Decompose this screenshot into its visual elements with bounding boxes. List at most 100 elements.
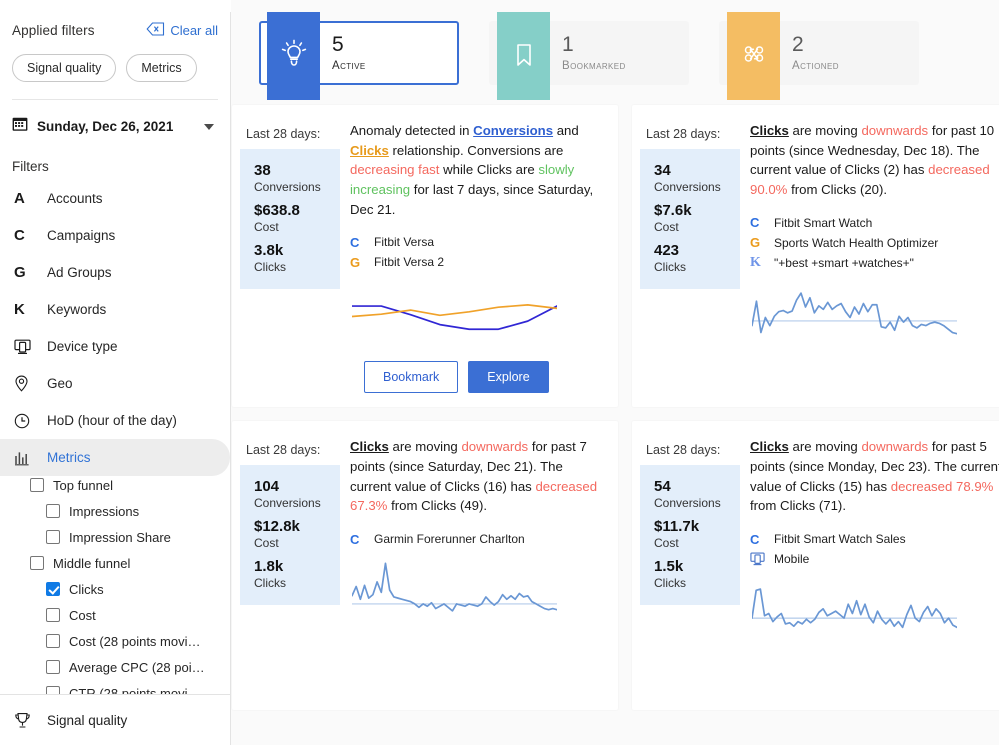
entity-label: Mobile: [774, 552, 810, 567]
checkbox[interactable]: [46, 530, 60, 544]
metric-value: $12.8k: [254, 518, 300, 536]
card-body: Clicks are moving downwards for past 5 p…: [740, 437, 999, 696]
sidebar-item-geo[interactable]: Geo: [0, 365, 230, 402]
clock-icon: [14, 413, 38, 429]
series-line: [751, 588, 958, 629]
sidebar-item-hod[interactable]: HoD (hour of the day): [0, 402, 230, 439]
checkbox[interactable]: [46, 660, 60, 674]
metric-label: Cost: [654, 536, 679, 551]
insight-card[interactable]: Last 28 days: 34 Conversions $7.6k Cost 423 Cl…: [632, 105, 999, 408]
bar-chart-icon: [14, 450, 38, 466]
bookmark-button[interactable]: Bookmark: [364, 361, 459, 394]
insight-card[interactable]: Last 28 days: 104 Conversions $12.8k Cost 1.8…: [232, 421, 618, 711]
metric-middle-funnel[interactable]: Middle funnel: [30, 550, 230, 576]
status-card-actioned[interactable]: 2 Actioned: [719, 10, 919, 100]
insight-text-highlight[interactable]: Clicks: [350, 439, 389, 454]
checkbox[interactable]: [30, 478, 44, 492]
sidebar-item-ad-groups[interactable]: G Ad Groups: [0, 254, 230, 291]
metric-label: Conversions: [654, 496, 721, 511]
status-card-bookmarked[interactable]: 1 Bookmarked: [489, 10, 689, 100]
sidebar-item-metrics[interactable]: Metrics: [0, 439, 230, 476]
clear-all-button[interactable]: Clear all: [146, 22, 218, 39]
insight-text-highlight: decreased 90.0%: [750, 162, 990, 198]
entity-row: C Fitbit Versa: [350, 232, 604, 252]
entity-label: Fitbit Versa: [374, 235, 435, 250]
status-count: 5: [332, 33, 344, 57]
status-card-body: 5 Active: [320, 23, 366, 83]
metric-label: Average CPC (28 poi…: [69, 659, 205, 675]
entity-row: C Fitbit Smart Watch: [750, 213, 999, 233]
sidebar-item-signal-quality[interactable]: Signal quality: [0, 694, 230, 745]
top-strip-right: [231, 0, 999, 12]
filters-label: Filters: [12, 159, 49, 174]
chip-metrics[interactable]: Metrics: [126, 54, 197, 82]
card-body: Anomaly detected in Conversions and Clic…: [340, 121, 604, 394]
metric-box: 104 Conversions $12.8k Cost 1.8k Clicks: [240, 465, 340, 606]
metric-ctr-28[interactable]: CTR (28 points movi…: [30, 680, 230, 694]
insight-cards-grid: Last 28 days: 38 Conversions $638.8 Cost 3.8k…: [231, 105, 999, 711]
device-icon: [14, 339, 38, 355]
sidebar-item-campaigns[interactable]: C Campaigns: [0, 217, 230, 254]
explore-button[interactable]: Explore: [468, 361, 549, 394]
checkbox[interactable]: [30, 556, 44, 570]
checkbox[interactable]: [46, 582, 60, 596]
sidebar-item-label: Geo: [47, 376, 73, 391]
sidebar-item-label: Accounts: [47, 191, 103, 206]
sidebar-item-device-type[interactable]: Device type: [0, 328, 230, 365]
insight-text-highlight[interactable]: Clicks: [750, 439, 789, 454]
metric-cost-28[interactable]: Cost (28 points movi…: [30, 628, 230, 654]
insight-card[interactable]: Last 28 days: 54 Conversions $11.7k Cost 1.5k…: [632, 421, 999, 711]
insight-card[interactable]: Last 28 days: 38 Conversions $638.8 Cost 3.8k…: [232, 105, 618, 408]
entity-label: Fitbit Smart Watch: [774, 215, 873, 230]
actioned-icon: [744, 46, 763, 62]
entity-row: G Fitbit Versa 2: [350, 252, 604, 272]
card-metrics-panel: Last 28 days: 38 Conversions $638.8 Cost 3.8k…: [240, 121, 340, 393]
card-body: Clicks are moving downwards for past 7 p…: [340, 437, 604, 696]
sidebar-item-keywords[interactable]: K Keywords: [0, 291, 230, 328]
sidebar-item-label: Ad Groups: [47, 265, 112, 280]
insight-text-highlight[interactable]: Conversions: [473, 123, 553, 138]
entity-label: "+best +smart +watches+": [774, 255, 914, 270]
date-picker[interactable]: Sunday, Dec 26, 2021: [0, 100, 230, 137]
metric-label: Impression Share: [69, 529, 171, 545]
entity-row: K "+best +smart +watches+": [750, 253, 999, 273]
series-line: [351, 305, 558, 331]
checkbox[interactable]: [46, 686, 60, 694]
card-actions: Bookmark Explore: [350, 347, 604, 394]
chip-signal-quality[interactable]: Signal quality: [12, 54, 117, 82]
tag-x-icon: [146, 22, 165, 39]
applied-filters-header: Applied filters Clear all: [12, 22, 218, 39]
status-label: Active: [332, 59, 366, 72]
entity-label: Fitbit Versa 2: [374, 255, 445, 270]
metric-label: Cost: [254, 220, 279, 234]
metric-label: Conversions: [254, 496, 321, 511]
metric-label: Cost: [254, 536, 279, 551]
checkbox[interactable]: [46, 608, 60, 622]
filter-list: A Accounts C Campaigns G Ad Groups K Key…: [0, 180, 230, 694]
entity-list: C Fitbit Smart Watch G Sports Watch Health …: [750, 213, 999, 273]
insight-text: Clicks are moving downwards for past 7 p…: [350, 439, 598, 514]
insight-text-highlight[interactable]: Clicks: [350, 143, 389, 158]
insight-text-highlight[interactable]: Clicks: [750, 123, 789, 138]
metric-value: 38: [254, 162, 271, 179]
sparkline-wrap: [750, 581, 999, 644]
sparkline-chart: [351, 562, 558, 612]
metric-impressions[interactable]: Impressions: [30, 498, 230, 524]
checkbox[interactable]: [46, 504, 60, 518]
status-card-active[interactable]: 5 Active: [259, 10, 459, 100]
metric-avg-cpc-28[interactable]: Average CPC (28 poi…: [30, 654, 230, 680]
metric-clicks[interactable]: Clicks: [30, 576, 230, 602]
sidebar-item-accounts[interactable]: A Accounts: [0, 180, 230, 217]
metric-impression-share[interactable]: Impression Share: [30, 524, 230, 550]
checkbox[interactable]: [46, 634, 60, 648]
chevron-down-icon[interactable]: [204, 123, 214, 130]
lightbulb-icon: [281, 39, 306, 66]
metric-label: Top funnel: [53, 477, 113, 493]
entity-row: Mobile: [750, 549, 999, 569]
letter-g-icon: G: [750, 235, 761, 251]
metric-value: 54: [654, 478, 671, 496]
insight-text-highlight: downwards: [461, 439, 529, 455]
metric-label: Middle funnel: [53, 555, 131, 571]
metric-cost[interactable]: Cost: [30, 602, 230, 628]
period-label: Last 28 days:: [646, 127, 721, 141]
